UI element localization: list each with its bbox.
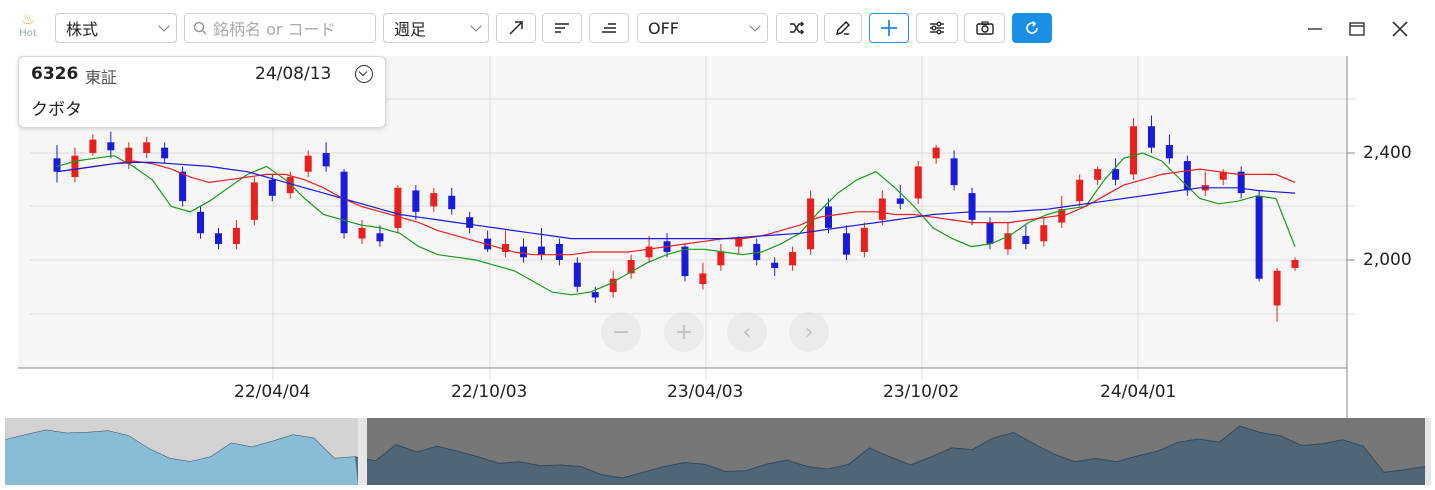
candle-body bbox=[735, 238, 743, 247]
x-axis-label: 23/10/02 bbox=[883, 382, 960, 402]
candle-body bbox=[519, 246, 527, 258]
candle-body bbox=[71, 155, 79, 178]
candle-body bbox=[1094, 169, 1102, 180]
candle-body bbox=[250, 182, 258, 220]
candle-body bbox=[878, 198, 886, 220]
candle-body bbox=[179, 171, 187, 202]
candle-body bbox=[161, 147, 169, 159]
stock-name: クボタ bbox=[31, 100, 82, 120]
chevron-right-icon: › bbox=[804, 319, 814, 345]
candle-body bbox=[825, 206, 833, 228]
y-axis-label: 2,000 bbox=[1363, 250, 1412, 270]
plus-icon: + bbox=[674, 319, 694, 345]
candle-body bbox=[376, 233, 384, 242]
x-axis-label: 22/10/03 bbox=[451, 382, 528, 402]
candle-body bbox=[1022, 235, 1030, 244]
candle-body bbox=[107, 142, 115, 151]
candle-body bbox=[591, 292, 599, 298]
candle-body bbox=[1130, 126, 1138, 175]
candle-body bbox=[860, 227, 868, 252]
candle-body bbox=[322, 153, 330, 167]
x-axis-label: 22/04/04 bbox=[234, 382, 311, 402]
candle-body bbox=[430, 193, 438, 207]
stock-code: 6326 bbox=[31, 64, 79, 84]
candle-body bbox=[53, 158, 61, 172]
candle-body bbox=[214, 233, 222, 244]
scroll-right-button[interactable]: › bbox=[789, 312, 829, 352]
x-axis-label: 23/04/03 bbox=[667, 382, 744, 402]
candle-body bbox=[842, 233, 850, 255]
candle-body bbox=[950, 158, 958, 186]
zoom-in-button[interactable]: + bbox=[664, 312, 704, 352]
candle-body bbox=[1147, 126, 1155, 148]
stock-market: 東証 bbox=[85, 68, 118, 87]
x-axis-label: 24/04/01 bbox=[1100, 382, 1177, 402]
chevron-left-icon: ‹ bbox=[742, 319, 752, 345]
stock-info-panel: 6326 東証 24/08/13 クボタ bbox=[18, 56, 386, 128]
candle-body bbox=[681, 246, 689, 277]
candle-body bbox=[448, 195, 456, 210]
candle-body bbox=[789, 251, 797, 266]
navigator-left-handle bbox=[358, 418, 367, 485]
candle-body bbox=[412, 190, 420, 212]
candle-body bbox=[1076, 179, 1084, 202]
candle-body bbox=[143, 142, 151, 153]
candle-body bbox=[268, 179, 276, 196]
candle-body bbox=[986, 222, 994, 244]
candle-body bbox=[340, 171, 348, 234]
candle-body bbox=[555, 243, 563, 260]
zoom-out-button[interactable]: − bbox=[601, 312, 641, 352]
candle-body bbox=[197, 211, 205, 234]
navigator-right-handle bbox=[1425, 418, 1431, 485]
candle-body bbox=[232, 227, 240, 244]
minus-icon: − bbox=[611, 319, 631, 345]
candle-body bbox=[304, 155, 312, 172]
candle-body bbox=[914, 166, 922, 199]
stock-date: 24/08/13 bbox=[255, 64, 332, 84]
chevron-down-circle-icon[interactable] bbox=[355, 65, 373, 83]
candle-body bbox=[394, 187, 402, 228]
candle-body bbox=[466, 217, 474, 228]
candle-body bbox=[968, 193, 976, 220]
candle-body bbox=[1291, 260, 1299, 269]
candle-body bbox=[771, 262, 779, 269]
candle-body bbox=[1273, 270, 1281, 306]
y-axis-label: 2,400 bbox=[1363, 143, 1412, 163]
candle-body bbox=[717, 251, 725, 266]
candle-body bbox=[89, 139, 97, 153]
candle-body bbox=[932, 147, 940, 159]
candle-body bbox=[699, 273, 707, 285]
candle-body bbox=[1255, 195, 1263, 279]
candle-body bbox=[573, 262, 581, 287]
navigator[interactable] bbox=[4, 418, 1431, 485]
scroll-left-button[interactable]: ‹ bbox=[727, 312, 767, 352]
candle-body bbox=[896, 198, 904, 204]
candle-body bbox=[1040, 225, 1048, 242]
candle-body bbox=[358, 227, 366, 239]
candle-body bbox=[537, 246, 545, 255]
candle-body bbox=[1165, 144, 1173, 159]
